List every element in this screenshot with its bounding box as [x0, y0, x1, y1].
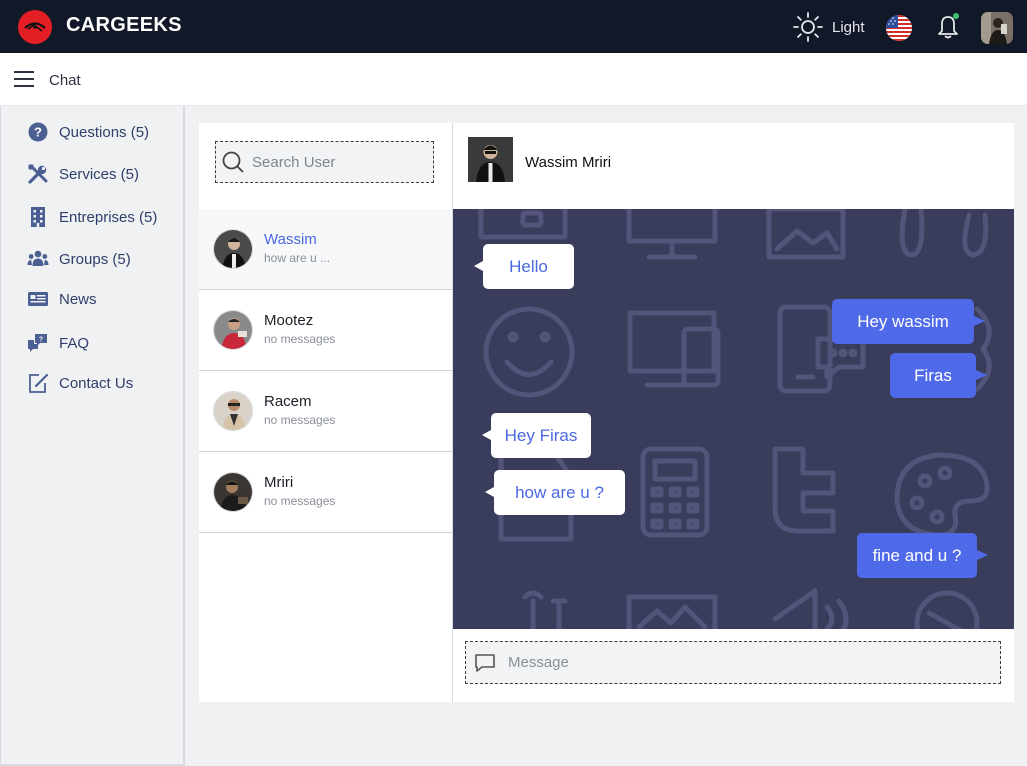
user-avatar[interactable] — [981, 12, 1013, 44]
sidebar-item-faq[interactable]: ? FAQ — [27, 330, 89, 356]
users-icon — [27, 248, 49, 270]
message-bubble-outgoing: Firas — [890, 353, 987, 398]
page-title: Chat — [49, 72, 81, 89]
message-bubble-icon — [475, 653, 495, 672]
contacts-panel: Wassim how are u ... Mootez no messages … — [199, 123, 453, 702]
sidebar-item-groups[interactable]: Groups (5) — [27, 246, 131, 272]
message-bubble-incoming: Hello — [474, 244, 574, 289]
theme-toggle[interactable]: Light — [792, 11, 865, 43]
faq-chat-icon: ? — [27, 332, 49, 354]
top-navbar: CARGEEKS Light — [0, 0, 1027, 53]
contact-preview: no messages — [264, 494, 336, 508]
contact-name: Mootez — [264, 312, 314, 329]
logo-icon[interactable] — [18, 10, 52, 44]
sidebar-item-label: Groups (5) — [59, 250, 131, 268]
avatar — [213, 310, 253, 350]
messages-area[interactable]: Hello Hey wassim Firas Hey Firas how are… — [453, 209, 1014, 629]
sidebar-item-label: News — [59, 290, 97, 308]
conversation-header: Wassim Mriri — [453, 123, 1014, 209]
contact-preview: how are u ... — [264, 251, 331, 265]
building-icon — [27, 206, 49, 228]
sidebar-item-label: Contact Us — [59, 374, 134, 392]
page-header: Chat — [0, 53, 1027, 106]
svg-text:?: ? — [34, 125, 42, 140]
us-flag-icon[interactable] — [886, 15, 912, 41]
message-bubble-incoming: Hey Firas — [482, 413, 591, 458]
search-input[interactable] — [252, 153, 422, 171]
sidebar-item-label: FAQ — [59, 334, 90, 352]
brand-name[interactable]: CARGEEKS — [66, 14, 182, 37]
message-field[interactable] — [465, 641, 1001, 684]
sidebar-item-label: Services (5) — [59, 165, 140, 183]
svg-text:?: ? — [39, 337, 43, 344]
message-bubble-outgoing: Hey wassim — [832, 299, 985, 344]
sidebar-item-services[interactable]: Services (5) — [27, 161, 139, 187]
search-icon — [222, 151, 244, 173]
edit-square-icon — [27, 372, 49, 394]
sidebar-item-news[interactable]: News — [27, 286, 97, 312]
sidebar: ? Questions (5) Services (5) Entreprises… — [0, 106, 185, 766]
contact-preview: no messages — [264, 332, 336, 346]
search-box[interactable] — [215, 141, 434, 183]
contact-name: Racem — [264, 393, 312, 410]
sidebar-item-questions[interactable]: ? Questions (5) — [27, 119, 149, 145]
message-composer — [453, 629, 1014, 702]
contact-item-racem[interactable]: Racem no messages — [199, 371, 452, 452]
conversation-title: Wassim Mriri — [525, 154, 612, 171]
sidebar-item-entreprises[interactable]: Entreprises (5) — [27, 204, 157, 230]
newspaper-icon — [27, 288, 49, 310]
contact-name: Wassim — [264, 231, 317, 248]
contact-preview: no messages — [264, 413, 336, 427]
tools-icon — [27, 163, 49, 185]
contact-item-wassim[interactable]: Wassim how are u ... — [199, 209, 452, 290]
message-input[interactable] — [508, 654, 978, 671]
message-bubble-outgoing: fine and u ? — [857, 533, 988, 578]
sidebar-item-contact-us[interactable]: Contact Us — [27, 370, 133, 396]
bell-icon[interactable] — [934, 11, 962, 41]
hamburger-icon[interactable] — [14, 71, 34, 87]
sun-icon — [793, 12, 823, 42]
question-circle-icon: ? — [27, 121, 49, 143]
sidebar-item-label: Entreprises (5) — [59, 208, 158, 226]
avatar — [213, 472, 253, 512]
message-bubble-incoming: how are u ? — [485, 470, 625, 515]
contact-name: Mriri — [264, 474, 294, 491]
theme-label: Light — [832, 18, 865, 36]
contact-item-mootez[interactable]: Mootez no messages — [199, 290, 452, 371]
contact-item-mriri[interactable]: Mriri no messages — [199, 452, 452, 533]
avatar — [213, 229, 253, 269]
sidebar-item-label: Questions (5) — [59, 123, 150, 141]
avatar[interactable] — [468, 137, 513, 182]
avatar — [213, 391, 253, 431]
